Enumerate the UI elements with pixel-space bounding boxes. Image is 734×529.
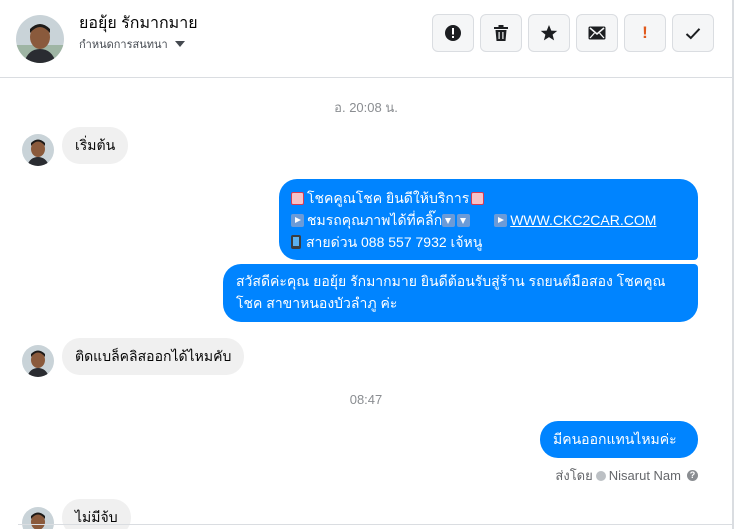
checkmark-icon (685, 27, 701, 39)
caret-down-icon (174, 41, 185, 47)
inbox-conversation-panel: ยอยุ้ย รักมากมาย กำหนดการสนทนา ! อ. 20:0… (0, 0, 734, 529)
down-arrow-emoji-icon (442, 213, 456, 227)
follow-up-button[interactable]: ! (624, 14, 666, 52)
down-arrow-emoji-icon (457, 213, 471, 227)
red-square-emoji-icon (471, 191, 485, 205)
message-line: โชคคูณโชค ยินดีให้บริการ (291, 187, 686, 209)
help-icon[interactable]: ? (687, 470, 698, 481)
contact-name[interactable]: ยอยุ้ย รักมากมาย (79, 11, 198, 36)
assign-label: กำหนดการสนทนา (79, 39, 168, 51)
outgoing-message[interactable]: โชคคูณโชค ยินดีให้บริการ ชมรถคุณภาพได้ที… (279, 179, 698, 260)
contact-avatar-small (22, 345, 54, 377)
play-button-emoji-icon (291, 213, 304, 227)
outgoing-message[interactable]: มีคนออกแทนไหมค่ะ (540, 421, 698, 458)
trash-icon (494, 25, 508, 41)
star-button[interactable] (528, 14, 570, 52)
incoming-message[interactable]: เริ่มต้น (62, 127, 129, 164)
contact-avatar-small (22, 134, 54, 166)
mark-unread-button[interactable] (576, 14, 618, 52)
mark-spam-button[interactable] (432, 14, 474, 52)
timestamp-divider: อ. 20:08 น. (334, 100, 398, 115)
sent-by-name: Nisarut Nam (608, 468, 681, 483)
assign-conversation-dropdown[interactable]: กำหนดการสนทนา (79, 35, 185, 53)
follow-up-icon: ! (642, 23, 648, 42)
website-link[interactable]: WWW.CKC2CAR.COM (510, 209, 656, 231)
sent-by-indicator: ส่งโดย Nisarut Nam ? (555, 465, 698, 486)
message-text: โชคคูณโชค ยินดีให้บริการ (307, 190, 470, 206)
envelope-icon (588, 26, 606, 40)
spam-alert-icon (445, 25, 461, 41)
verified-check-icon (595, 470, 606, 481)
incoming-message[interactable]: ติดแบล็คลิสออกได้ไหมคับ (62, 338, 245, 375)
mark-done-button[interactable] (672, 14, 714, 52)
contact-avatar[interactable] (16, 15, 64, 63)
message-line: สายด่วน 088 557 7932 เจ้หนู (291, 231, 686, 253)
message-text: ชมรถคุณภาพได้ที่คลิ๊ก (307, 212, 443, 228)
timestamp-divider: 08:47 (349, 392, 383, 407)
composer-edge (18, 524, 732, 529)
message-list[interactable]: อ. 20:08 น. เริ่มต้น โชคคูณโชค ยินดีให้บ… (0, 79, 732, 529)
star-icon (540, 25, 558, 41)
conversation-header: ยอยุ้ย รักมากมาย กำหนดการสนทนา ! (0, 0, 732, 78)
sent-by-label: ส่งโดย (555, 468, 593, 483)
outgoing-message[interactable]: สวัสดีค่ะคุณ ยอยุ้ย รักมากมาย ยินดีต้อนร… (223, 264, 698, 322)
play-button-emoji-icon (494, 213, 508, 227)
mobile-phone-emoji-icon (291, 235, 301, 249)
red-square-emoji-icon (291, 191, 304, 205)
message-line: ชมรถคุณภาพได้ที่คลิ๊ก WWW.CKC2CAR.COM (291, 209, 686, 231)
conversation-toolbar: ! (432, 14, 714, 52)
message-text: สายด่วน 088 557 7932 เจ้หนู (306, 234, 483, 250)
delete-button[interactable] (480, 14, 522, 52)
